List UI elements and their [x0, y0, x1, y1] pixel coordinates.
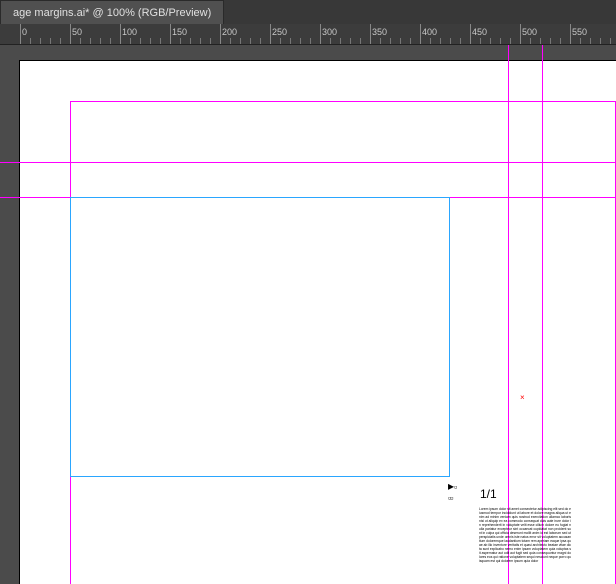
ruler-minor-tick: [400, 38, 401, 44]
ruler-minor-tick: [260, 38, 261, 44]
ruler-label: 450: [472, 27, 487, 37]
ruler-major-tick: [20, 24, 21, 44]
document-tabbar: age margins.ai* @ 100% (RGB/Preview): [0, 0, 616, 24]
ruler-minor-tick: [480, 38, 481, 44]
ruler-minor-tick: [430, 38, 431, 44]
ruler-major-tick: [120, 24, 121, 44]
ruler-major-tick: [220, 24, 221, 44]
ruler-major-tick: [270, 24, 271, 44]
ruler-label: 300: [322, 27, 337, 37]
ruler-major-tick: [570, 24, 571, 44]
threaded-text-preview[interactable]: Lorem ipsum dolor sit amet consectetur a…: [479, 507, 571, 571]
ruler-minor-tick: [350, 38, 351, 44]
ruler-minor-tick: [340, 38, 341, 44]
ruler-minor-tick: [390, 38, 391, 44]
ruler-label: 50: [72, 27, 82, 37]
ruler-label: 150: [172, 27, 187, 37]
ruler-minor-tick: [550, 38, 551, 44]
ruler-major-tick: [420, 24, 421, 44]
ruler-label: 200: [222, 27, 237, 37]
guide-horizontal[interactable]: [0, 162, 616, 163]
ruler-minor-tick: [500, 38, 501, 44]
ruler-minor-tick: [290, 38, 291, 44]
ruler-minor-tick: [580, 38, 581, 44]
ruler-minor-tick: [250, 38, 251, 44]
ruler-minor-tick: [90, 38, 91, 44]
ruler-label: 550: [572, 27, 587, 37]
ruler-minor-tick: [310, 38, 311, 44]
ruler-minor-tick: [210, 38, 211, 44]
ruler-minor-tick: [180, 38, 181, 44]
ruler-label: 400: [422, 27, 437, 37]
ruler-major-tick: [470, 24, 471, 44]
ruler-minor-tick: [380, 38, 381, 44]
ruler-minor-tick: [100, 38, 101, 44]
horizontal-ruler[interactable]: 0 50 100 150 200 250 300 350 400 450 500 550: [0, 24, 616, 45]
ruler-minor-tick: [40, 38, 41, 44]
ruler-minor-tick: [490, 38, 491, 44]
ruler-minor-tick: [460, 38, 461, 44]
ruler-label: 100: [122, 27, 137, 37]
ruler-minor-tick: [510, 38, 511, 44]
ruler-minor-tick: [600, 38, 601, 44]
ruler-minor-tick: [140, 38, 141, 44]
text-frame[interactable]: [70, 197, 450, 477]
ruler-major-tick: [170, 24, 171, 44]
ruler-minor-tick: [330, 38, 331, 44]
thread-count-label: 1/1: [480, 487, 497, 501]
anchor-point-icon: ×: [520, 393, 525, 402]
guide-vertical[interactable]: [542, 45, 543, 584]
ruler-minor-tick: [30, 38, 31, 44]
ruler-minor-tick: [60, 38, 61, 44]
ruler-minor-tick: [160, 38, 161, 44]
ruler-minor-tick: [590, 38, 591, 44]
ruler-minor-tick: [150, 38, 151, 44]
ruler-minor-tick: [190, 38, 191, 44]
ruler-minor-tick: [560, 38, 561, 44]
document-tab-title: age margins.ai* @ 100% (RGB/Preview): [13, 7, 211, 19]
ruler-minor-tick: [440, 38, 441, 44]
ruler-label: 250: [272, 27, 287, 37]
ruler-minor-tick: [540, 38, 541, 44]
ruler-minor-tick: [240, 38, 241, 44]
ruler-minor-tick: [200, 38, 201, 44]
ruler-minor-tick: [80, 38, 81, 44]
ruler-label: 500: [522, 27, 537, 37]
document-tab[interactable]: age margins.ai* @ 100% (RGB/Preview): [0, 0, 224, 24]
ruler-label: 0: [22, 27, 27, 37]
ruler-label: 350: [372, 27, 387, 37]
ruler-major-tick: [320, 24, 321, 44]
ruler-minor-tick: [130, 38, 131, 44]
ruler-minor-tick: [110, 38, 111, 44]
ruler-minor-tick: [280, 38, 281, 44]
ruler-minor-tick: [360, 38, 361, 44]
ruler-minor-tick: [300, 38, 301, 44]
ruler-major-tick: [370, 24, 371, 44]
ruler-minor-tick: [530, 38, 531, 44]
ruler-minor-tick: [610, 38, 611, 44]
ruler-minor-tick: [410, 38, 411, 44]
canvas-area[interactable]: × ▸▫ ▫▫ 1/1 Lorem ipsum dolor sit amet c…: [0, 45, 616, 584]
ruler-minor-tick: [450, 38, 451, 44]
guide-vertical[interactable]: [508, 45, 509, 584]
ruler-minor-tick: [230, 38, 231, 44]
ruler-major-tick: [520, 24, 521, 44]
ruler-minor-tick: [50, 38, 51, 44]
ruler-major-tick: [70, 24, 71, 44]
